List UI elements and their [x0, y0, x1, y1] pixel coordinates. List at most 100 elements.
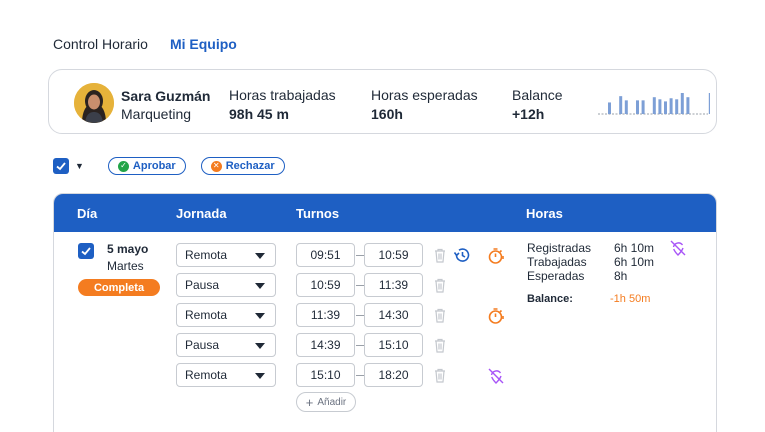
hours-expected-value: 8h: [614, 269, 628, 283]
tab-control-horario[interactable]: Control Horario: [53, 36, 148, 52]
shift-type-select[interactable]: Remota: [176, 303, 276, 327]
sparkline-bar: [636, 100, 639, 114]
balance-value: -1h 50m: [610, 293, 651, 305]
trash-icon[interactable]: [433, 247, 447, 263]
shift-type-value: Pausa: [185, 278, 220, 292]
stat-expected-hours: Horas esperadas 160h: [371, 87, 478, 122]
table-header: Día Jornada Turnos Horas: [54, 194, 716, 232]
time-separator: [356, 255, 364, 256]
sparkline-bar: [658, 99, 662, 114]
sparkline-bar: [652, 97, 656, 114]
employee-name: Sara Guzmán: [121, 88, 211, 104]
trash-icon[interactable]: [433, 337, 447, 353]
stat-value: 160h: [371, 106, 403, 122]
stat-label: Balance: [512, 87, 563, 103]
sparkline-bar: [708, 93, 710, 114]
shift-type-select[interactable]: Remota: [176, 243, 276, 267]
header-hours: Horas: [526, 206, 563, 221]
shift-end-input[interactable]: 10:59: [364, 243, 423, 267]
time-separator: [356, 285, 364, 286]
select-all-checkbox[interactable]: [53, 158, 69, 174]
sparkline-bar: [675, 99, 679, 114]
shift-start-input[interactable]: 14:39: [296, 333, 355, 357]
shift-type-select[interactable]: Pausa: [176, 273, 276, 297]
hours-sparkline: [598, 93, 710, 115]
row-date: 5 mayo: [107, 242, 149, 256]
check-circle-icon: ✓: [117, 160, 129, 172]
row-weekday: Martes: [107, 259, 144, 273]
shift-type-value: Pausa: [185, 338, 220, 352]
shift-end-input[interactable]: 14:30: [364, 303, 423, 327]
header-shift-type: Jornada: [176, 206, 227, 221]
employee-summary-card: Sara Guzmán Marqueting Horas trabajadas …: [48, 69, 717, 134]
shift-end-input[interactable]: 18:20: [364, 363, 423, 387]
timer-icon[interactable]: [487, 307, 505, 325]
chevron-down-icon: [255, 253, 265, 259]
trash-icon[interactable]: [433, 277, 447, 293]
shift-start-input[interactable]: 10:59: [296, 273, 355, 297]
hours-registered-value: 6h 10m: [614, 241, 655, 255]
chevron-down-icon: [255, 313, 265, 319]
header-shifts: Turnos: [296, 206, 340, 221]
time-separator: [356, 345, 364, 346]
plus-icon: +: [305, 394, 314, 410]
shift-start-input[interactable]: 11:39: [296, 303, 355, 327]
shift-end-input[interactable]: 11:39: [364, 273, 423, 297]
header-day: Día: [77, 206, 98, 221]
stat-worked-hours: Horas trabajadas 98h 45 m: [229, 87, 336, 122]
x-circle-icon: ✕: [210, 160, 222, 172]
sparkline-bar: [608, 102, 611, 114]
time-separator: [356, 315, 364, 316]
bulk-action-bar: ▼ ✓ Aprobar ✕ Rechazar: [53, 157, 285, 175]
shift-type-select[interactable]: Remota: [176, 363, 276, 387]
trash-icon[interactable]: [433, 367, 447, 383]
add-shift-label: Añadir: [317, 396, 347, 408]
shift-type-value: Remota: [185, 248, 228, 262]
hours-registered-label: Registradas: [527, 241, 592, 255]
timesheet-table: Día Jornada Turnos Horas 5 mayo Martes C…: [53, 193, 717, 432]
reject-label: Rechazar: [225, 160, 275, 172]
approve-label: Aprobar: [132, 160, 176, 172]
chevron-down-icon: [255, 373, 265, 379]
select-dropdown-caret[interactable]: ▼: [75, 161, 84, 171]
sparkline-bar: [680, 93, 684, 114]
no-location-icon[interactable]: [487, 367, 505, 385]
approve-button[interactable]: ✓ Aprobar: [107, 157, 186, 175]
stat-label: Horas esperadas: [371, 87, 478, 103]
chevron-down-icon: [255, 283, 265, 289]
shift-type-select[interactable]: Pausa: [176, 333, 276, 357]
row-checkbox[interactable]: [78, 243, 94, 259]
tab-mi-equipo[interactable]: Mi Equipo: [170, 36, 237, 52]
stat-balance: Balance +12h: [512, 87, 563, 122]
sparkline-bar: [641, 100, 645, 114]
sparkline-bar: [624, 100, 628, 114]
sparkline-bar: [686, 97, 690, 114]
employee-department: Marqueting: [121, 106, 192, 122]
shift-type-value: Remota: [185, 368, 228, 382]
sparkline-bar: [669, 98, 673, 114]
stat-value: 98h 45 m: [229, 106, 289, 122]
timer-icon[interactable]: [487, 247, 505, 265]
avatar: [74, 83, 114, 123]
balance-label: Balance:: [527, 293, 573, 305]
add-shift-button[interactable]: + Añadir: [296, 392, 356, 412]
reject-button[interactable]: ✕ Rechazar: [200, 157, 285, 175]
hours-expected-label: Esperadas: [527, 269, 585, 283]
shift-start-input[interactable]: 15:10: [296, 363, 355, 387]
shift-end-input[interactable]: 15:10: [364, 333, 423, 357]
sparkline-bar: [619, 96, 623, 114]
tab-bar: Control Horario Mi Equipo: [53, 36, 237, 52]
stat-label: Horas trabajadas: [229, 87, 336, 103]
sparkline-bar: [664, 101, 667, 114]
status-badge: Completa: [78, 279, 160, 296]
hours-worked-label: Trabajadas: [527, 255, 587, 269]
stat-value: +12h: [512, 106, 545, 122]
shift-type-value: Remota: [185, 308, 228, 322]
hours-worked-value: 6h 10m: [614, 255, 655, 269]
shift-start-input[interactable]: 09:51: [296, 243, 355, 267]
time-separator: [356, 375, 364, 376]
no-location-icon[interactable]: [669, 239, 687, 257]
chevron-down-icon: [255, 343, 265, 349]
trash-icon[interactable]: [433, 307, 447, 323]
history-icon[interactable]: [453, 246, 471, 264]
